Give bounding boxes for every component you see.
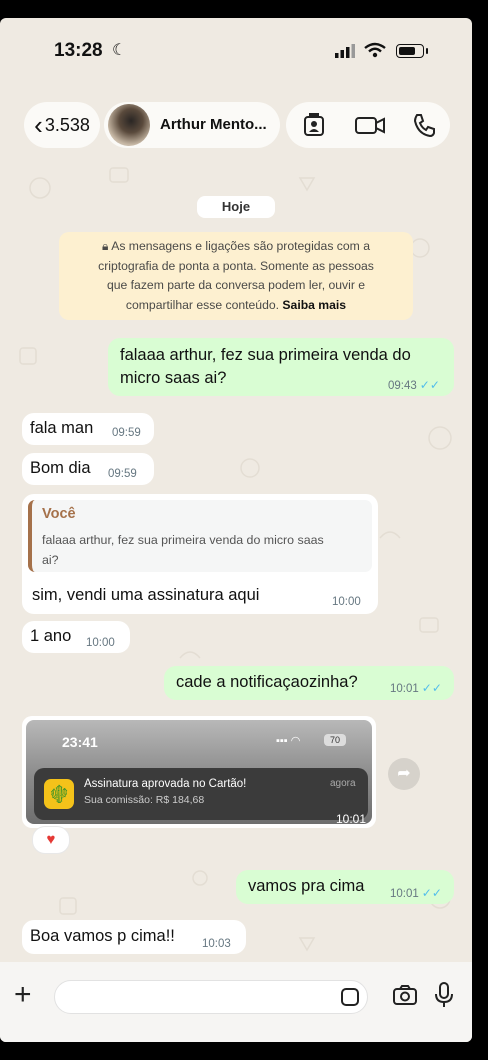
- contact-card-icon[interactable]: [300, 111, 328, 139]
- notification-title: Assinatura aprovada no Cartão!: [84, 778, 247, 790]
- header-actions: [286, 102, 450, 148]
- message-text: cade a notificaçaozinha?: [176, 673, 358, 691]
- battery-icon: [396, 44, 428, 58]
- sticker-icon[interactable]: [341, 988, 359, 1006]
- message-text: vamos pra cima: [248, 877, 365, 895]
- message-text-line: falaaa arthur, fez sua primeira venda do: [120, 346, 411, 364]
- status-time: 13:28: [54, 40, 103, 61]
- image-status-icons: ▪▪▪ ◠: [276, 735, 301, 747]
- message-bubble-incoming-reply[interactable]: Você falaaa arthur, fez sua primeira ven…: [22, 494, 378, 614]
- message-bubble-outgoing[interactable]: vamos pra cima 10:01 ✓✓: [236, 870, 454, 904]
- message-time: 10:00: [332, 596, 361, 608]
- message-time: 09:59: [108, 468, 137, 480]
- lock-icon: 🔒︎: [102, 239, 112, 253]
- notice-line-1: 🔒︎ As mensagens e ligações são protegida…: [102, 239, 370, 253]
- message-input[interactable]: [54, 980, 368, 1014]
- message-time: 10:01: [336, 812, 367, 824]
- quoted-message[interactable]: Você falaaa arthur, fez sua primeira ven…: [28, 500, 372, 572]
- message-meta: 09:43 ✓✓: [388, 378, 440, 392]
- notification-time: agora: [330, 778, 356, 789]
- notice-line-2: criptografia de ponta a ponta. Somente a…: [98, 258, 374, 273]
- image-notification: 🌵︎ Assinatura aprovada no Cartão! Sua co…: [34, 768, 368, 820]
- read-receipt-icon: ✓✓: [421, 681, 442, 695]
- contact-name: Arthur Mento...: [160, 116, 267, 133]
- voice-call-icon[interactable]: [410, 111, 438, 139]
- wifi-icon: [364, 42, 386, 58]
- plus-icon[interactable]: +: [14, 980, 32, 1010]
- notification-subtitle: Sua comissão: R$ 184,68: [84, 794, 205, 806]
- message-meta: 10:01 ✓✓: [390, 681, 442, 695]
- message-text-line: micro saas ai?: [120, 369, 227, 387]
- camera-icon[interactable]: [392, 984, 418, 1006]
- back-button[interactable]: ‹ 3.538: [24, 102, 100, 148]
- message-time: 10:03: [202, 938, 231, 950]
- image-phone-time: 23:41: [62, 734, 98, 750]
- message-bubble-outgoing[interactable]: falaaa arthur, fez sua primeira venda do…: [108, 338, 454, 396]
- message-time: 09:59: [112, 427, 141, 439]
- notice-line-4: compartilhar esse conteúdo. Saiba mais: [125, 297, 347, 312]
- status-bar: 13:28 ☾: [0, 18, 472, 78]
- message-bubble-incoming[interactable]: Boa vamos p cima!! 10:03: [22, 920, 246, 954]
- message-text: 1 ano: [30, 627, 72, 645]
- heart-reaction[interactable]: ♥: [32, 826, 70, 854]
- notice-line-3: que fazem parte da conversa podem ler, o…: [106, 278, 366, 292]
- message-bubble-outgoing[interactable]: cade a notificaçaozinha? 10:01 ✓✓: [164, 666, 454, 700]
- forward-button[interactable]: ➦: [388, 758, 420, 790]
- video-call-icon[interactable]: [354, 111, 386, 139]
- contact-header[interactable]: Arthur Mento...: [104, 102, 280, 148]
- cactus-app-icon: 🌵︎: [44, 779, 74, 809]
- message-bubble-incoming[interactable]: 1 ano 10:00: [22, 621, 130, 653]
- quoted-author: Você: [42, 506, 76, 522]
- encryption-notice[interactable]: 🔒︎ As mensagens e ligações são protegida…: [59, 232, 413, 320]
- chat-screen: 13:28 ☾ ‹ 3.538 Arthur Mento... Hoje 🔒︎ …: [0, 18, 472, 1042]
- learn-more-link[interactable]: Saiba mais: [282, 298, 346, 312]
- read-receipt-icon: ✓✓: [421, 886, 442, 900]
- read-receipt-icon: ✓✓: [419, 378, 440, 392]
- chevron-left-icon: ‹: [34, 110, 43, 140]
- unread-count: 3.538: [44, 114, 90, 135]
- message-text: fala man: [30, 419, 94, 437]
- mic-icon[interactable]: [434, 982, 454, 1008]
- date-chip: Hoje: [197, 196, 275, 218]
- quoted-text: falaaa arthur, fez sua primeira venda do…: [42, 533, 324, 567]
- message-text: Bom dia: [30, 459, 91, 477]
- moon-icon: ☾: [112, 42, 127, 59]
- image-battery: 70: [324, 734, 346, 746]
- message-bubble-incoming[interactable]: Bom dia 09:59: [22, 453, 154, 485]
- image-message[interactable]: 23:41 ▪▪▪ ◠ 70 🌵︎ Assinatura aprovada no…: [22, 716, 376, 828]
- message-time: 10:00: [86, 637, 115, 649]
- message-meta: 10:01 ✓✓: [390, 886, 442, 900]
- message-text: sim, vendi uma assinatura aqui: [32, 586, 260, 604]
- composer-bar: +: [0, 962, 472, 1042]
- avatar[interactable]: [108, 104, 150, 146]
- message-bubble-incoming[interactable]: fala man 09:59: [22, 413, 154, 445]
- signal-icon: [335, 44, 355, 58]
- message-text: Boa vamos p cima!!: [30, 927, 175, 945]
- image-screenshot[interactable]: 23:41 ▪▪▪ ◠ 70 🌵︎ Assinatura aprovada no…: [26, 720, 372, 824]
